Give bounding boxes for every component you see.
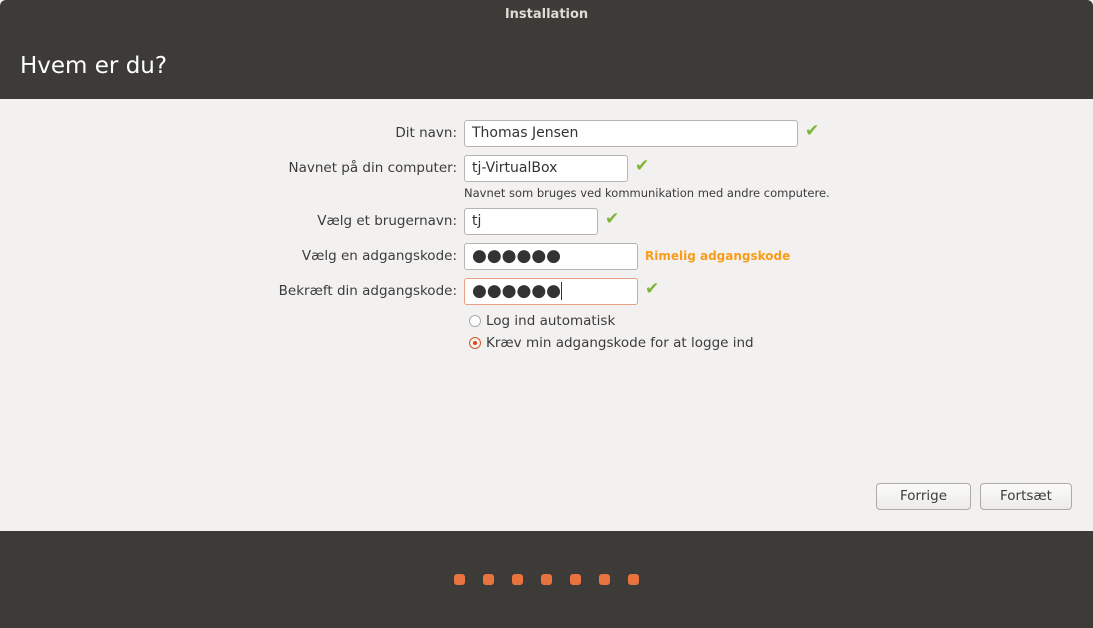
name-label: Dit navn: (395, 125, 457, 141)
progress-footer (0, 531, 1093, 628)
radio-button[interactable] (469, 315, 481, 327)
progress-dot (541, 574, 552, 585)
text-caret (561, 282, 563, 300)
progress-dot (483, 574, 494, 585)
username-label: Vælg et brugernavn: (317, 213, 457, 229)
username-input[interactable]: tj (464, 208, 598, 235)
radio-button-selected[interactable] (469, 337, 481, 349)
confirm-password-value: ●●●●●● (472, 281, 562, 301)
page-title: Hvem er du? (0, 30, 1093, 99)
check-icon: ✔ (605, 209, 620, 229)
radio-require-password[interactable]: Kræv min adgangskode for at logge ind (469, 335, 754, 351)
computer-name-hint: Navnet som bruges ved kommunikation med … (464, 186, 830, 200)
progress-dot (512, 574, 523, 585)
check-icon: ✔ (635, 156, 650, 176)
check-icon: ✔ (645, 279, 660, 299)
password-strength: Rimelig adgangskode (645, 249, 791, 263)
continue-button[interactable]: Fortsæt (980, 483, 1072, 510)
name-input[interactable]: Thomas Jensen (464, 120, 798, 147)
password-input[interactable]: ●●●●●● (464, 243, 638, 270)
progress-dot (628, 574, 639, 585)
progress-dot (454, 574, 465, 585)
radio-label: Kræv min adgangskode for at logge ind (486, 335, 754, 351)
progress-dot (599, 574, 610, 585)
check-icon: ✔ (805, 121, 820, 141)
confirm-password-input[interactable]: ●●●●●● (464, 278, 638, 305)
confirm-password-label: Bekræft din adgangskode: (278, 283, 457, 299)
radio-auto-login[interactable]: Log ind automatisk (469, 313, 615, 329)
password-label: Vælg en adgangskode: (301, 248, 457, 264)
computer-name-input[interactable]: tj-VirtualBox (464, 155, 628, 182)
window-title: Installation (0, 0, 1093, 30)
computer-name-label: Navnet på din computer: (288, 160, 457, 176)
back-button[interactable]: Forrige (876, 483, 971, 510)
progress-dot (570, 574, 581, 585)
radio-label: Log ind automatisk (486, 313, 616, 329)
